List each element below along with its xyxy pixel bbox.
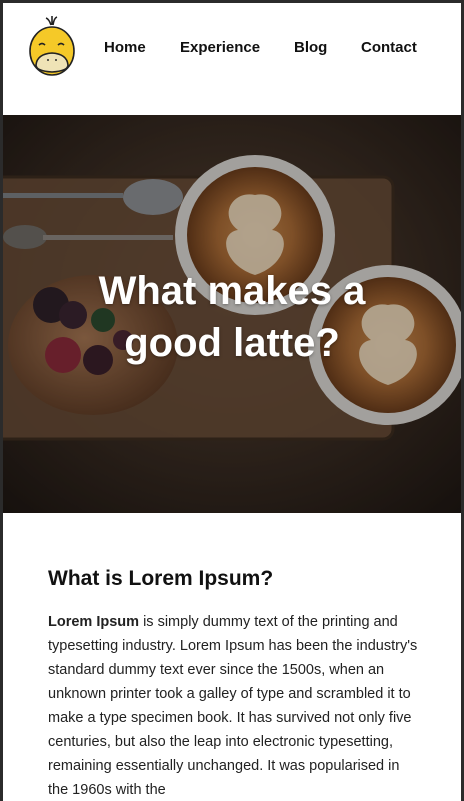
article-lead-bold: Lorem Ipsum	[48, 614, 140, 630]
hero-banner: What makes a good latte?	[3, 115, 461, 513]
hero-title: What makes a good latte?	[98, 269, 366, 365]
page-frame: Home Experience Blog Contact What makes …	[3, 3, 461, 801]
article-section: What is Lorem Ipsum? Lorem Ipsum is simp…	[48, 566, 418, 801]
article-heading: What is Lorem Ipsum?	[48, 567, 274, 590]
main-nav: Home Experience Blog Contact	[3, 39, 461, 59]
nav-blog-link[interactable]: Blog	[294, 39, 327, 56]
nav-experience-link[interactable]: Experience	[180, 39, 260, 56]
article-body-text: is simply dummy text of the printing and…	[48, 614, 418, 798]
article-paragraph: Lorem Ipsum is simply dummy text of the …	[48, 610, 418, 801]
site-header: Home Experience Blog Contact	[3, 3, 461, 115]
nav-home-link[interactable]: Home	[104, 39, 146, 56]
nav-contact-link[interactable]: Contact	[361, 39, 417, 56]
